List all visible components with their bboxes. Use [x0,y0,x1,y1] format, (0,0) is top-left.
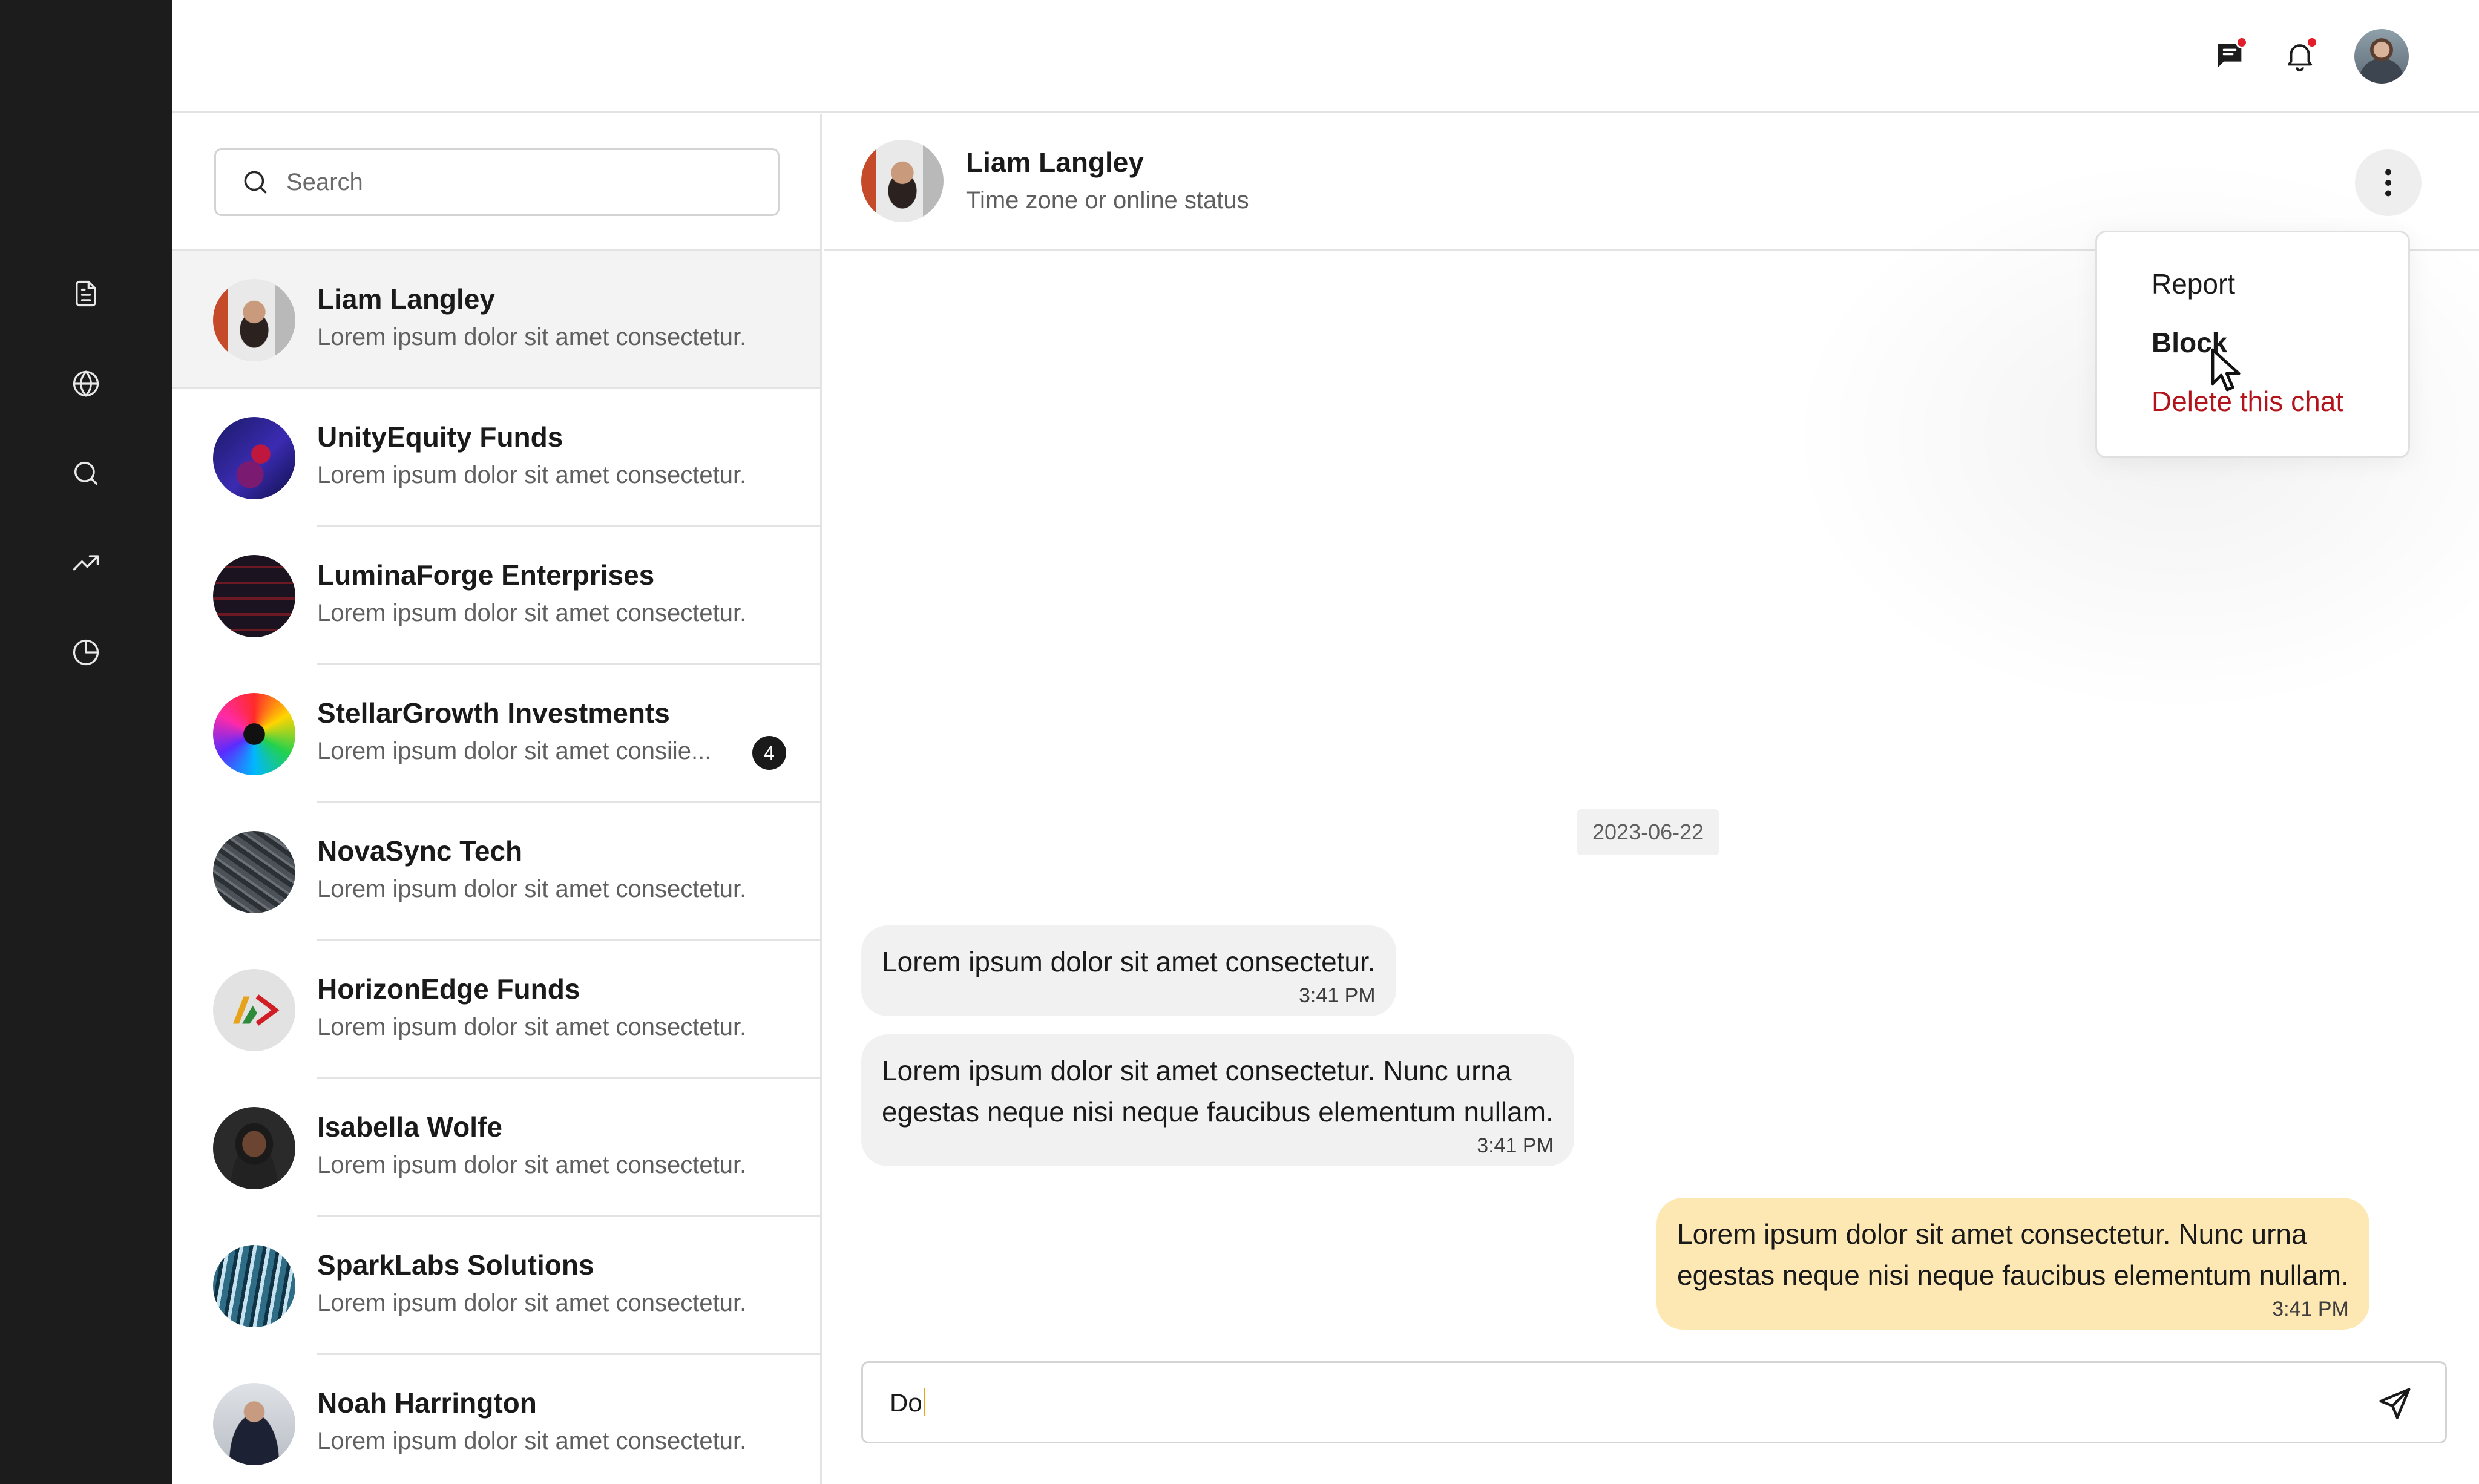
incoming-message: Lorem ipsum dolor sit amet consectetur. … [861,1034,1574,1166]
messages-button[interactable] [2208,34,2251,77]
draft-text: Do [890,1388,922,1417]
conversation-item[interactable]: NovaSync Tech Lorem ipsum dolor sit amet… [172,803,820,941]
avatar [213,693,295,775]
contact-status: Time zone or online status [966,187,1249,214]
conversation-name: Isabella Wolfe [317,1111,502,1143]
message-text: egestas neque nisi neque faucibus elemen… [882,1096,1554,1128]
text-caret [923,1388,925,1416]
avatar [213,1245,295,1327]
outgoing-message: Lorem ipsum dolor sit amet consectetur. … [1656,1198,2369,1330]
avatar [213,831,295,913]
avatar [213,417,295,499]
conversation-preview: Lorem ipsum dolor sit amet consectetur. [317,324,747,350]
avatar [213,555,295,637]
conversation-preview: Lorem ipsum dolor sit amet consectetur. [317,1014,747,1040]
conversation-name: UnityEquity Funds [317,421,563,453]
conversation-list: Liam Langley Lorem ipsum dolor sit amet … [172,114,822,1484]
send-icon [2379,1388,2411,1419]
conversation-item[interactable]: HorizonEdge Funds Lorem ipsum dolor sit … [172,941,820,1079]
globe-icon[interactable] [68,366,104,402]
message-composer[interactable]: Do [861,1361,2447,1443]
message-text: egestas neque nisi neque faucibus elemen… [1677,1259,2349,1291]
conversation-name: LuminaForge Enterprises [317,559,655,591]
conversation-item[interactable]: StellarGrowth Investments Lorem ipsum do… [172,665,820,803]
avatar [213,279,295,361]
message-text: Lorem ipsum dolor sit amet consectetur. [882,946,1376,977]
avatar [213,1107,295,1189]
conversation-item[interactable]: UnityEquity Funds Lorem ipsum dolor sit … [172,389,820,527]
nav-rail [0,0,172,1484]
conversation-item[interactable]: LuminaForge Enterprises Lorem ipsum dolo… [172,527,820,665]
notification-dot [2306,36,2318,48]
avatar [213,969,295,1051]
send-button[interactable] [2371,1380,2418,1427]
notifications-button[interactable] [2278,34,2322,77]
conversation-preview: Lorem ipsum dolor sit amet consectetur. [317,1290,747,1316]
menu-item-delete-chat[interactable]: Delete this chat [2152,385,2343,418]
message-text: Lorem ipsum dolor sit amet consectetur. … [1677,1218,2307,1250]
conversation-name: StellarGrowth Investments [317,697,670,729]
search-area [172,114,820,251]
conversation-item[interactable]: Isabella Wolfe Lorem ipsum dolor sit ame… [172,1079,820,1217]
message-time: 3:41 PM [2272,1298,2349,1321]
conversation-preview: Lorem ipsum dolor sit amet consiie... [317,738,712,764]
menu-item-report[interactable]: Report [2152,268,2235,300]
conversation-item[interactable]: SparkLabs Solutions Lorem ipsum dolor si… [172,1217,820,1355]
search-icon[interactable] [68,455,104,491]
conversation-preview: Lorem ipsum dolor sit amet consectetur. [317,1428,747,1454]
date-separator: 2023-06-22 [1577,809,1720,855]
contact-avatar[interactable] [861,140,944,222]
message-text: Lorem ipsum dolor sit amet consectetur. … [882,1055,1512,1086]
conversation-name: NovaSync Tech [317,835,523,867]
search-icon [244,171,267,194]
conversation-item[interactable]: Noah Harrington Lorem ipsum dolor sit am… [172,1355,820,1484]
message-time: 3:41 PM [1298,984,1376,1007]
notification-dot [2236,36,2248,48]
options-menu: Report Block Delete this chat [2095,231,2410,458]
horizonedge-logo [233,994,280,1026]
conversation-item[interactable]: Liam Langley Lorem ipsum dolor sit amet … [172,251,820,389]
conversation-preview: Lorem ipsum dolor sit amet consectetur. [317,600,747,626]
conversation-name: SparkLabs Solutions [317,1249,594,1281]
conversation-preview: Lorem ipsum dolor sit amet consectetur. [317,876,747,902]
search-box[interactable] [214,148,780,216]
message-time: 3:41 PM [1477,1134,1554,1157]
conversation-name: HorizonEdge Funds [317,973,580,1005]
top-bar [172,0,2479,113]
search-input[interactable] [286,168,758,196]
pie-chart-icon[interactable] [68,634,104,671]
mouse-cursor-icon [2211,348,2241,392]
conversation-name: Noah Harrington [317,1387,537,1419]
conversation-preview: Lorem ipsum dolor sit amet consectetur. [317,462,747,488]
contact-name: Liam Langley [966,146,1144,178]
document-icon[interactable] [68,275,104,312]
incoming-message: Lorem ipsum dolor sit amet consectetur. … [861,925,1396,1016]
conversation-preview: Lorem ipsum dolor sit amet consectetur. [317,1152,747,1178]
trending-up-icon[interactable] [68,545,104,581]
app-root: Liam Langley Lorem ipsum dolor sit amet … [0,0,2479,1484]
conversation-name: Liam Langley [317,283,495,315]
user-avatar[interactable] [2354,29,2409,84]
avatar [213,1383,295,1465]
unread-badge: 4 [752,736,786,770]
message-input[interactable]: Do [890,1388,925,1417]
